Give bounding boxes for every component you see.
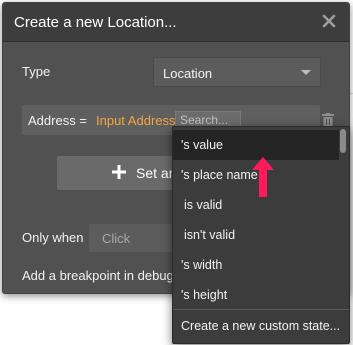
only-when-label: Only when (22, 230, 84, 245)
type-label: Type (22, 64, 51, 79)
only-when-placeholder: Click (102, 231, 131, 246)
dropdown-item-create-custom-state[interactable]: Create a new custom state... (173, 311, 349, 341)
dropdown-item-height[interactable]: 's height (173, 280, 339, 310)
type-select[interactable]: Location (153, 57, 321, 87)
plus-icon (112, 165, 126, 179)
chevron-down-icon (301, 70, 311, 75)
address-field-label: Address = (28, 113, 87, 128)
dialog-header: Create a new Location... (3, 3, 349, 42)
dialog-title: Create a new Location... (14, 14, 177, 31)
address-expression[interactable]: Input Address (96, 113, 176, 128)
dropdown-divider (173, 309, 349, 310)
type-select-value: Location (163, 66, 213, 81)
dropdown-item-isnt-valid[interactable]: isn't valid (173, 220, 339, 250)
annotation-arrow-icon (252, 157, 274, 197)
trash-icon[interactable] (322, 113, 334, 127)
dropdown-scrollbar[interactable] (340, 129, 346, 153)
close-icon[interactable] (321, 13, 337, 29)
dropdown-item-width[interactable]: 's width (173, 250, 339, 280)
